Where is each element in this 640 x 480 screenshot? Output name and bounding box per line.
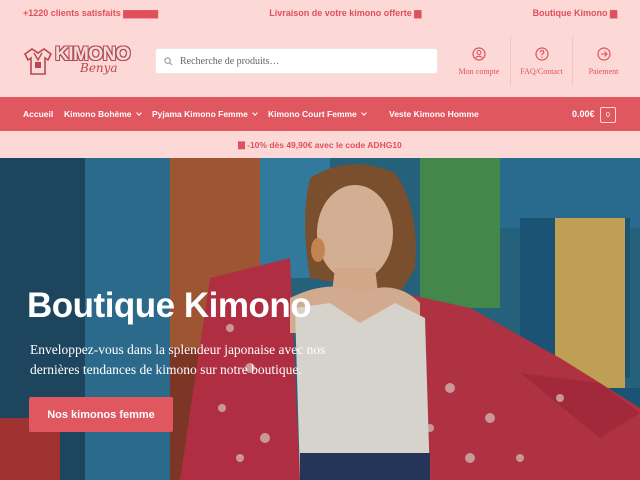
- faq-contact-label: FAQ/Contact: [520, 66, 563, 76]
- nav-item-label: Accueil: [23, 109, 54, 119]
- nav-item-kimono-court-femme[interactable]: Kimono Court Femme: [268, 97, 367, 131]
- hero-banner: Boutique Kimono Enveloppez-vous dans la …: [0, 158, 640, 480]
- free-shipping-text: Livraison de votre kimono offerte ▆: [269, 7, 422, 18]
- nav-item-pyjama-kimono-femme[interactable]: Pyjama Kimono Femme: [152, 97, 258, 131]
- nav-item-label: Veste Kimono Homme: [389, 109, 479, 119]
- product-search[interactable]: [155, 48, 438, 74]
- kimono-logo-icon: [23, 48, 53, 75]
- emoji-glyph-icon: ▆: [414, 7, 422, 18]
- my-account-link[interactable]: Mon compte: [448, 36, 510, 86]
- shop-name-text: Boutique Kimono ▆: [532, 7, 617, 18]
- cart-icon[interactable]: 0: [600, 107, 616, 123]
- user-icon: [472, 46, 486, 61]
- nav-item-label: Kimono Bohème: [64, 109, 132, 119]
- faq-contact-link[interactable]: FAQ/Contact: [510, 36, 572, 86]
- hero-title: Boutique Kimono: [27, 286, 312, 325]
- logo-script: Benya: [80, 61, 118, 75]
- cart-total[interactable]: 0.00€: [572, 97, 595, 131]
- nav-item-label: Kimono Court Femme: [268, 109, 357, 119]
- account-links: Mon compte FAQ/Contact Paiement: [448, 36, 634, 86]
- site-logo[interactable]: KIMONO Benya: [22, 42, 131, 82]
- nav-item-label: Pyjama Kimono Femme: [152, 109, 248, 119]
- nav-item-kimono-boheme[interactable]: Kimono Bohème: [64, 97, 142, 131]
- nav-item-accueil[interactable]: Accueil: [23, 97, 53, 131]
- arrow-right-circle-icon: [596, 46, 611, 61]
- chevron-down-icon: [360, 109, 367, 116]
- payment-label: Paiement: [588, 66, 619, 76]
- nav-item-veste-kimono-homme[interactable]: Veste Kimono Homme: [389, 97, 479, 131]
- emoji-glyph-icon: ▆: [238, 139, 248, 149]
- hero-subtitle: Enveloppez-vous dans la splendeur japona…: [30, 342, 326, 377]
- main-navigation: Accueil Kimono Bohème Pyjama Kimono Femm…: [0, 97, 640, 131]
- payment-link[interactable]: Paiement: [572, 36, 634, 86]
- satisfied-clients-text: +1220 clients satisfaits ▆▆▆▆▆: [23, 7, 158, 18]
- chevron-down-icon: [252, 109, 258, 116]
- shop-kimonos-button[interactable]: Nos kimonos femme: [29, 397, 173, 432]
- promo-bar: ▆ -10% dès 49,90€ avec le code ADHG10: [0, 131, 640, 158]
- search-input[interactable]: [180, 55, 430, 67]
- chevron-down-icon: [135, 109, 142, 116]
- help-icon: [534, 46, 549, 61]
- promo-text: -10% dès 49,90€ avec le code ADHG10: [247, 139, 402, 150]
- announcement-bar: +1220 clients satisfaits ▆▆▆▆▆ Livraison…: [0, 0, 640, 26]
- cart-count: 0: [606, 111, 610, 119]
- search-icon: [164, 56, 173, 65]
- emoji-glyph-icon: ▆: [610, 7, 617, 18]
- site-header: KIMONO Benya Mon compte FAQ/Contact: [0, 26, 640, 97]
- emoji-glyph-icon: ▆▆▆▆▆: [123, 7, 158, 18]
- my-account-label: Mon compte: [458, 66, 500, 76]
